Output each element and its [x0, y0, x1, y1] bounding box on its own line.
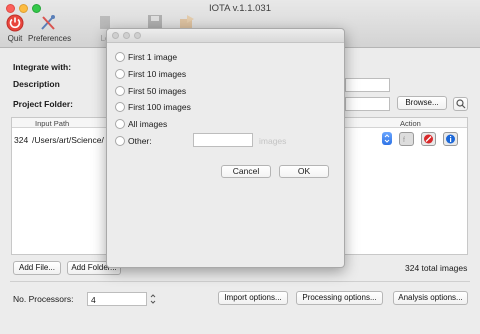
row-info-button[interactable]	[443, 132, 458, 146]
view-icon: f	[403, 137, 405, 144]
image-count-dialog: First 1 image First 10 images First 50 i…	[106, 28, 345, 268]
option-first-1[interactable]: First 1 image	[115, 51, 177, 63]
browse-button[interactable]: Browse...	[397, 96, 447, 110]
option-first-100[interactable]: First 100 images	[115, 101, 191, 113]
separator	[10, 281, 470, 282]
quit-icon	[6, 14, 24, 32]
row-count: 324	[14, 135, 29, 145]
radio-button[interactable]	[115, 52, 125, 62]
ok-button[interactable]: OK	[279, 165, 329, 178]
total-images-label: 324 total images	[405, 263, 468, 273]
main-window: IOTA v.1.1.031 Quit Preferences Lo Integ…	[0, 0, 480, 334]
row-path: /Users/art/Science/	[32, 135, 104, 145]
processors-input[interactable]: 4	[87, 292, 147, 306]
processors-label: No. Processors:	[13, 294, 74, 304]
row-delete-button[interactable]	[421, 132, 436, 146]
description-input[interactable]	[345, 78, 390, 92]
option-first-10[interactable]: First 10 images	[115, 68, 186, 80]
option-other[interactable]: Other:	[115, 135, 152, 147]
radio-button[interactable]	[115, 86, 125, 96]
radio-button[interactable]	[115, 102, 125, 112]
header-input-path: Input Path	[35, 119, 70, 128]
quit-label: Quit	[7, 34, 23, 43]
analysis-options-button[interactable]: Analysis options...	[393, 291, 468, 305]
delete-icon	[424, 134, 433, 144]
info-icon	[446, 134, 455, 144]
preferences-icon	[41, 15, 55, 30]
quit-button[interactable]: Quit	[3, 14, 27, 43]
preferences-label: Preferences	[28, 34, 72, 43]
search-button[interactable]	[453, 97, 468, 111]
dialog-title-bar	[107, 29, 344, 43]
radio-button[interactable]	[115, 119, 125, 129]
description-label: Description	[13, 79, 60, 89]
processors-stepper[interactable]	[149, 292, 157, 306]
add-file-button[interactable]: Add File...	[13, 261, 61, 275]
option-first-50[interactable]: First 50 images	[115, 85, 186, 97]
processing-options-button[interactable]: Processing options...	[296, 291, 383, 305]
window-title: IOTA v.1.1.031	[209, 3, 271, 14]
other-count-input[interactable]	[193, 133, 253, 147]
search-icon	[455, 99, 465, 109]
option-label: First 1 image	[128, 52, 178, 62]
radio-button[interactable]	[115, 69, 125, 79]
option-label: First 10 images	[128, 69, 187, 79]
other-unit-label: images	[259, 136, 287, 146]
option-label: First 100 images	[128, 102, 191, 112]
preferences-button[interactable]: Preferences	[28, 14, 72, 43]
radio-button[interactable]	[115, 136, 125, 146]
header-action: Action	[400, 119, 421, 128]
row-type-select[interactable]	[382, 132, 392, 145]
option-all[interactable]: All images	[115, 118, 167, 130]
project-folder-label: Project Folder:	[13, 99, 73, 109]
cancel-button[interactable]: Cancel	[221, 165, 271, 178]
dialog-min-dot	[123, 32, 130, 39]
option-label: Other:	[128, 136, 152, 146]
option-label: First 50 images	[128, 86, 187, 96]
dialog-close-dot	[112, 32, 119, 39]
svg-text:f: f	[403, 137, 405, 144]
option-label: All images	[128, 119, 168, 129]
dialog-max-dot	[134, 32, 141, 39]
updown-icon	[384, 134, 390, 143]
project-folder-input[interactable]	[345, 97, 390, 111]
stepper-icon	[150, 294, 156, 304]
integrate-label: Integrate with:	[13, 62, 72, 72]
row-view-button[interactable]: f	[399, 132, 414, 146]
import-options-button[interactable]: Import options...	[218, 291, 288, 305]
